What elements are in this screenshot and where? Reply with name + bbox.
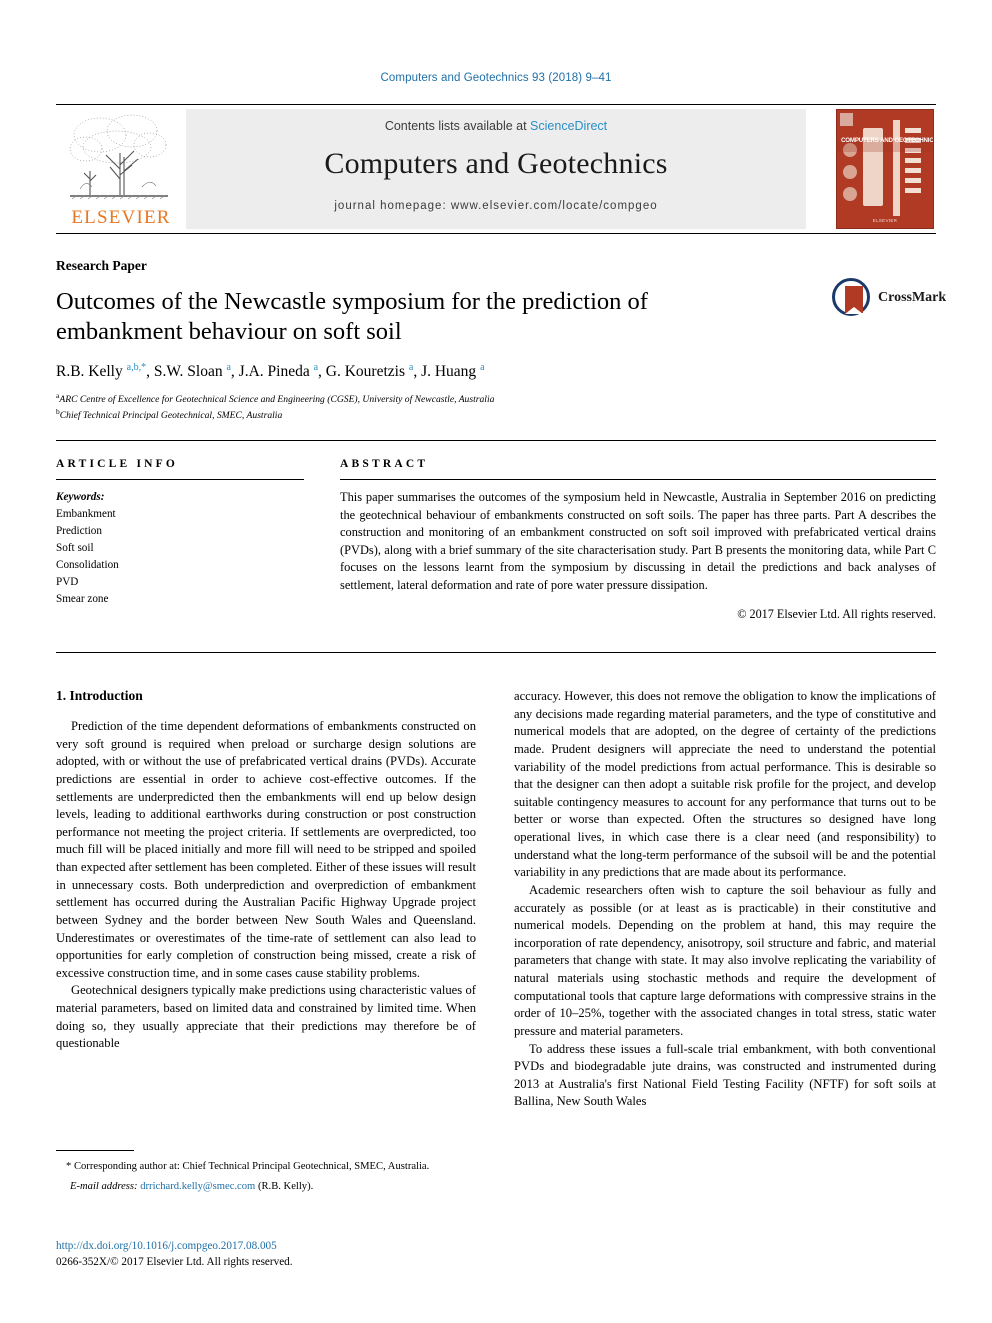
author-list: R.B. Kelly a,b,*, S.W. Sloan a, J.A. Pin… xyxy=(56,361,485,380)
elsevier-wordmark: ELSEVIER xyxy=(71,207,171,228)
body-column-right: accuracy. However, this does not remove … xyxy=(514,688,936,1111)
contents-available-line: Contents lists available at ScienceDirec… xyxy=(186,119,806,133)
cover-elsevier-mark xyxy=(840,113,853,126)
crossmark-label: CrossMark xyxy=(878,290,947,305)
cover-artwork xyxy=(837,110,933,228)
affiliation-list: aARC Centre of Excellence for Geotechnic… xyxy=(56,391,836,423)
elsevier-logo: ELSEVIER xyxy=(60,109,178,229)
footer-doi-block: http://dx.doi.org/10.1016/j.compgeo.2017… xyxy=(56,1238,476,1270)
journal-cover-thumbnail: COMPUTERS AND GEOTECHNICS ELSEVIER xyxy=(836,109,934,229)
abstract-copyright: © 2017 Elsevier Ltd. All rights reserved… xyxy=(737,606,936,621)
keyword-item: Embankment xyxy=(56,508,116,521)
article-type: Research Paper xyxy=(56,258,147,273)
keyword-item: Soft soil xyxy=(56,542,94,555)
info-section-top-rule xyxy=(56,440,936,441)
email-note: E-mail address: drrichard.kelly@smec.com… xyxy=(56,1179,476,1194)
body-paragraph: To address these issues a full-scale tri… xyxy=(514,1041,936,1109)
article-title-block: Research Paper Outcomes of the Newcastle… xyxy=(56,258,836,423)
corresponding-author-note: * Corresponding author at: Chief Technic… xyxy=(66,1161,430,1172)
crossmark-badge[interactable]: CrossMark xyxy=(832,278,946,318)
cover-publisher: ELSEVIER xyxy=(872,218,898,223)
crossmark-shield-icon xyxy=(845,286,863,314)
info-section-bottom-rule xyxy=(56,652,936,653)
cover-journal-title: COMPUTERS AND GEOTECHNICS xyxy=(841,137,934,144)
journal-homepage-line[interactable]: journal homepage: www.elsevier.com/locat… xyxy=(186,200,806,212)
affiliation-a: aARC Centre of Excellence for Geotechnic… xyxy=(56,391,836,407)
email-label: E-mail address: xyxy=(70,1181,138,1193)
body-paragraph: Prediction of the time dependent deforma… xyxy=(56,719,476,980)
article-info-rule xyxy=(56,479,304,480)
body-paragraph: Academic researchers often wish to captu… xyxy=(514,882,936,1038)
footnote-block: * Corresponding author at: Chief Technic… xyxy=(56,1150,476,1195)
paper-page: Computers and Geotechnics 93 (2018) 9–41 xyxy=(0,0,992,1323)
abstract-rule xyxy=(340,479,936,480)
keyword-item: Prediction xyxy=(56,525,102,538)
affiliation-b: bChief Technical Principal Geotechnical,… xyxy=(56,407,836,423)
abstract-column: ABSTRACT This paper summarises the outco… xyxy=(340,458,936,622)
body-paragraph: Geotechnical designers typically make pr… xyxy=(56,983,476,1051)
email-link[interactable]: drrichard.kelly@smec.com xyxy=(140,1181,255,1192)
article-info-heading: ARTICLE INFO xyxy=(56,458,179,470)
abstract-text: This paper summarises the outcomes of th… xyxy=(340,490,936,593)
issn-copyright-line: 0266-352X/© 2017 Elsevier Ltd. All right… xyxy=(56,1256,293,1269)
contents-prefix: Contents lists available at xyxy=(384,119,531,133)
email-suffix: (R.B. Kelly). xyxy=(257,1181,314,1193)
affiliation-text-a: ARC Centre of Excellence for Geotechnica… xyxy=(59,394,495,406)
keyword-item: Smear zone xyxy=(56,593,109,606)
elsevier-tree-icon xyxy=(69,114,168,200)
journal-title: Computers and Geotechnics xyxy=(324,147,668,180)
article-info-column: ARTICLE INFO Keywords: Embankment Predic… xyxy=(56,458,304,608)
crossmark-icon xyxy=(832,278,870,316)
keyword-item: Consolidation xyxy=(56,559,119,572)
sciencedirect-link[interactable]: ScienceDirect xyxy=(530,119,607,133)
doi-link[interactable]: http://dx.doi.org/10.1016/j.compgeo.2017… xyxy=(56,1238,476,1254)
body-paragraph: accuracy. However, this does not remove … xyxy=(514,689,936,880)
keywords-label: Keywords: xyxy=(56,491,105,503)
abstract-heading: ABSTRACT xyxy=(340,458,429,470)
affiliation-text-b: Chief Technical Principal Geotechnical, … xyxy=(59,410,283,422)
running-head: Computers and Geotechnics 93 (2018) 9–41 xyxy=(380,72,612,84)
footnote-rule xyxy=(56,1150,134,1151)
section-heading-introduction: 1. Introduction xyxy=(56,688,143,703)
masthead-center: Contents lists available at ScienceDirec… xyxy=(186,109,806,229)
keyword-item: PVD xyxy=(56,576,79,589)
body-column-left: 1. Introduction Prediction of the time d… xyxy=(56,688,476,1053)
journal-masthead: ELSEVIER Contents lists available at Sci… xyxy=(56,104,936,234)
page-title: Outcomes of the Newcastle symposium for … xyxy=(56,288,648,346)
